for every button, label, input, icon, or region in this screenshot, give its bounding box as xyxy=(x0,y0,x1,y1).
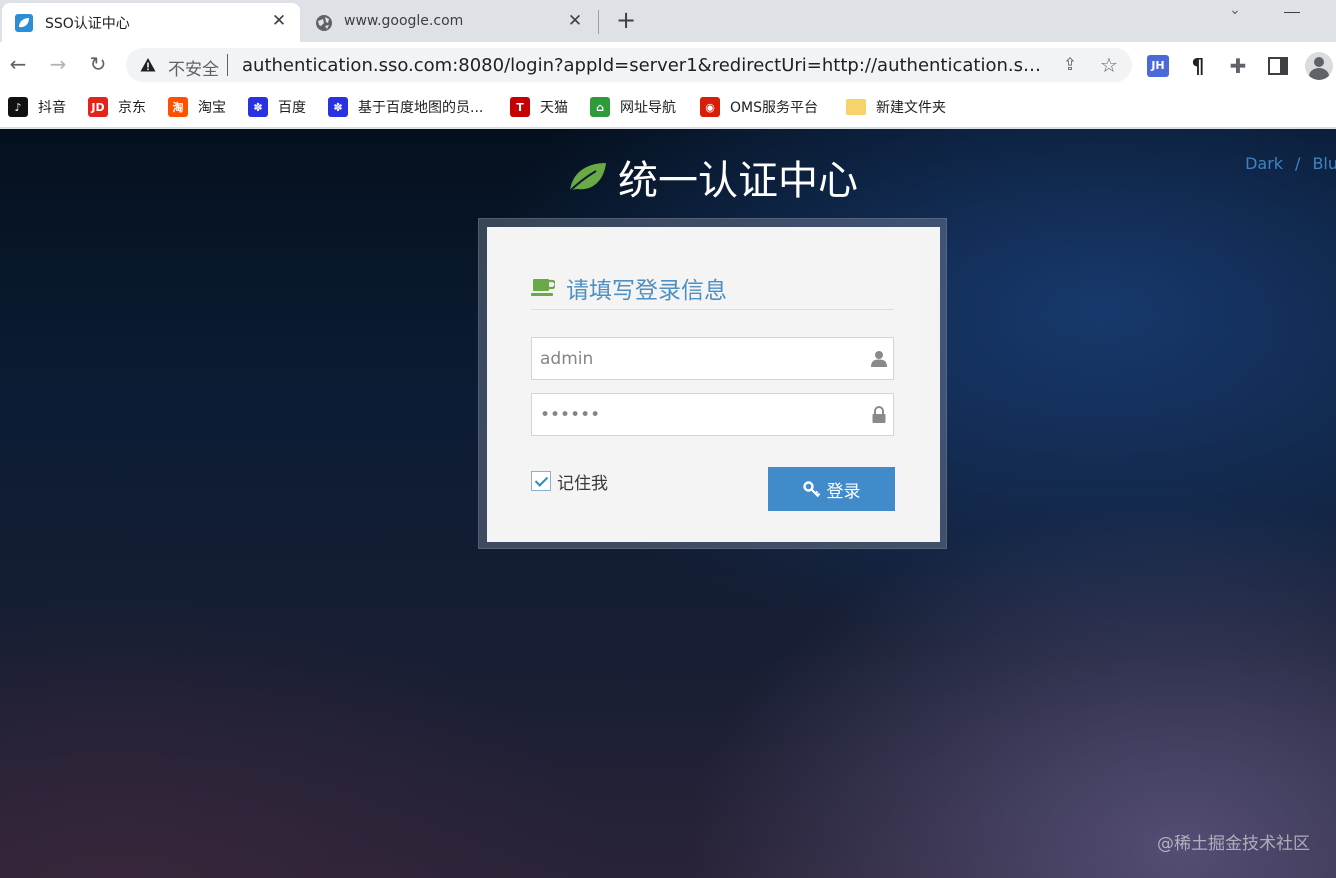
bookmark-item[interactable]: ✽ 百度 xyxy=(248,96,306,118)
brand-title: 统一认证中心 xyxy=(618,158,858,204)
brand-header: 统一认证中心 xyxy=(566,153,858,204)
skin-separator: / xyxy=(1295,154,1301,173)
bookmark-item[interactable]: ♪ 抖音 xyxy=(8,96,66,118)
bookmark-label: 京东 xyxy=(118,100,146,116)
2345-icon: ⌂ xyxy=(590,97,610,117)
tmall-icon: T xyxy=(510,97,530,117)
bookmark-label: OMS服务平台 xyxy=(730,100,818,116)
omnibox-divider xyxy=(227,54,228,76)
bookmark-label: 淘宝 xyxy=(198,100,226,116)
username-input[interactable] xyxy=(532,338,862,379)
address-bar[interactable]: 不安全 authentication.sso.com:8080/login?ap… xyxy=(126,48,1132,82)
tab-title: SSO认证中心 xyxy=(45,16,130,32)
side-panel-icon[interactable] xyxy=(1268,57,1288,75)
baidu-icon: ✽ xyxy=(328,97,348,117)
bookmark-item[interactable]: JD 京东 xyxy=(88,96,146,118)
tab-search-chevron-icon[interactable]: ⌄ xyxy=(1224,2,1246,18)
window-minimize-button[interactable] xyxy=(1284,1,1300,13)
security-status-text[interactable]: 不安全 xyxy=(168,55,219,80)
avatar-head xyxy=(1314,57,1324,67)
profile-avatar-icon[interactable] xyxy=(1305,52,1333,80)
tab-strip: SSO认证中心 ✕ www.google.com ✕ + ⌄ xyxy=(0,0,1336,42)
bookmark-label: 网址导航 xyxy=(620,100,676,116)
douyin-icon: ♪ xyxy=(8,97,28,117)
bookmark-item[interactable]: ✽ 基于百度地图的员... xyxy=(328,96,483,118)
bookmark-item[interactable]: ◉ OMS服务平台 xyxy=(700,96,818,118)
login-header: 请填写登录信息 xyxy=(531,271,894,310)
oms-icon: ◉ xyxy=(700,97,720,117)
bookmark-item[interactable]: ⌂ 网址导航 xyxy=(590,96,676,118)
url-text[interactable]: authentication.sso.com:8080/login?appId=… xyxy=(242,55,1048,76)
bookmark-item[interactable]: 淘淘宝 xyxy=(168,96,226,118)
jh-extension-icon[interactable]: JH xyxy=(1147,55,1169,77)
bookmark-item[interactable]: T 天猫 xyxy=(510,96,568,118)
password-input[interactable] xyxy=(532,394,862,435)
bookmark-label: 天猫 xyxy=(540,100,568,116)
jd-icon: JD xyxy=(88,97,108,117)
user-icon xyxy=(871,351,887,367)
globe-icon xyxy=(316,15,332,31)
tab-title: www.google.com xyxy=(344,13,464,29)
login-button[interactable]: 登录 xyxy=(768,467,895,511)
sso-login-page: Dark / Blu 统一认证中心 请填写登录信息 admin 记住我 登录 @… xyxy=(0,129,1336,878)
watermark-text: @稀土掘金技术社区 xyxy=(1157,834,1310,854)
leaf-icon xyxy=(569,163,606,192)
paragraph-extension-icon[interactable]: ¶ xyxy=(1187,55,1209,77)
login-header-title: 请填写登录信息 xyxy=(566,278,727,304)
remember-me[interactable]: 记住我 xyxy=(531,470,608,494)
password-field xyxy=(531,393,894,436)
skin-blue-link[interactable]: Blu xyxy=(1312,154,1336,173)
tab-separator xyxy=(598,10,599,34)
warning-triangle-icon xyxy=(140,58,156,72)
close-tab-icon[interactable]: ✕ xyxy=(566,12,584,30)
bookmarks-bar: ♪ 抖音 JD 京东 淘淘宝 ✽ 百度 ✽ 基于百度地图的员... T 天猫 ⌂ 网址导航 ◉ OMS服务平… xyxy=(0,88,1336,128)
bookmark-star-icon[interactable]: ☆ xyxy=(1098,54,1120,76)
reload-icon[interactable]: ↻ xyxy=(86,52,110,76)
login-button-label: 登录 xyxy=(826,481,861,501)
tab-google[interactable]: www.google.com ✕ xyxy=(302,3,596,42)
forward-arrow-icon[interactable]: → xyxy=(46,52,70,76)
login-box: 请填写登录信息 记住我 xyxy=(487,227,940,542)
remember-label: 记住我 xyxy=(557,473,608,494)
coffee-cup-icon xyxy=(531,279,555,296)
bookmark-label: 抖音 xyxy=(38,100,66,116)
baidu-icon: ✽ xyxy=(248,97,268,117)
back-arrow-icon[interactable]: ← xyxy=(6,52,30,76)
username-field xyxy=(531,337,894,380)
share-icon[interactable]: ⇪ xyxy=(1060,55,1080,75)
close-tab-icon[interactable]: ✕ xyxy=(270,12,288,30)
sso-favicon-icon xyxy=(15,14,33,32)
tab-sso[interactable]: SSO认证中心 ✕ xyxy=(2,3,300,42)
bookmark-label: 新建文件夹 xyxy=(876,100,946,116)
bookmark-label: 基于百度地图的员... xyxy=(358,100,484,116)
new-tab-button[interactable]: + xyxy=(613,8,639,34)
avatar-body xyxy=(1309,68,1329,80)
skin-dark-link[interactable]: Dark xyxy=(1245,154,1283,173)
bookmark-label: 百度 xyxy=(278,100,306,116)
folder-icon xyxy=(846,99,866,115)
browser-toolbar: ← → ↻ 不安全 authentication.sso.com:8080/lo… xyxy=(0,42,1336,88)
extensions-puzzle-icon[interactable]: ✚ xyxy=(1227,55,1249,77)
login-frame: 请填写登录信息 记住我 xyxy=(478,218,947,549)
lock-icon xyxy=(872,406,886,423)
skin-switcher: Dark / Blu xyxy=(1245,154,1336,173)
taobao-icon: 淘 xyxy=(168,97,188,117)
remember-checkbox[interactable] xyxy=(531,471,551,491)
bookmark-item[interactable]: 新建文件夹 xyxy=(846,96,946,118)
key-icon xyxy=(802,481,820,498)
